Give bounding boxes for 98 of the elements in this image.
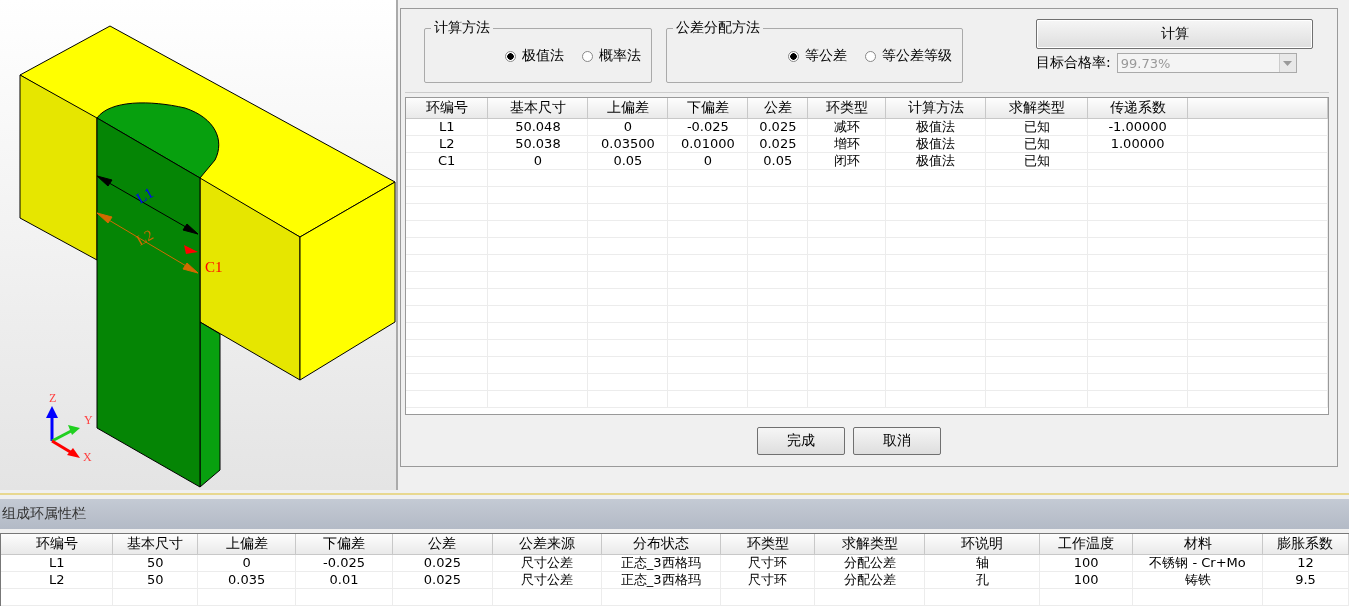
column-header[interactable]: 上偏差	[587, 98, 668, 119]
table-cell: 0	[667, 152, 748, 170]
table-cell: 0.03500	[587, 135, 668, 153]
column-header[interactable]: 分布状态	[601, 534, 721, 555]
table-cell: 极值法	[885, 135, 986, 153]
group-title: 公差分配方法	[673, 19, 763, 37]
caret-icon	[1283, 60, 1293, 66]
table-cell: 尺寸公差	[492, 571, 602, 589]
group-title: 计算方法	[431, 19, 493, 37]
radio-button[interactable]	[865, 50, 876, 62]
column-header[interactable]: 计算方法	[885, 98, 986, 119]
table-cell: 100	[1039, 554, 1133, 572]
radio-button[interactable]	[505, 50, 516, 62]
column-header[interactable]: 公差来源	[492, 534, 602, 555]
radio-label[interactable]: 等公差等级	[882, 47, 952, 65]
table-cell: C1	[406, 152, 488, 170]
table-cell: -0.025	[667, 118, 748, 136]
column-header[interactable]: 材料	[1132, 534, 1263, 555]
table-cell: 不锈钢 - Cr+Mo	[1132, 554, 1263, 572]
axis-label: Z	[49, 391, 57, 405]
table-cell: 分配公差	[814, 554, 925, 572]
column-header[interactable]: 求解类型	[814, 534, 925, 555]
column-header[interactable]: 环类型	[720, 534, 815, 555]
table-cell: 尺寸环	[720, 554, 815, 572]
table-cell: 50	[112, 554, 198, 572]
table-cell: 已知	[985, 118, 1088, 136]
table-cell: 50.048	[487, 118, 588, 136]
column-header[interactable]: 环说明	[924, 534, 1040, 555]
column-header[interactable]: 公差	[747, 98, 808, 119]
table-cell: 100	[1039, 571, 1133, 589]
table-cell: 0.01000	[667, 135, 748, 153]
dimension-label: L1	[133, 184, 156, 207]
table-cell: 0.05	[747, 152, 808, 170]
table-cell: L2	[406, 135, 488, 153]
column-header[interactable]: 基本尺寸	[487, 98, 588, 119]
target-rate-label: 目标合格率:	[1036, 54, 1111, 72]
column-header[interactable]: 工作温度	[1039, 534, 1133, 555]
column-header[interactable]: 传递系数	[1087, 98, 1188, 119]
table-cell: 0.025	[392, 571, 493, 589]
table-cell: L2	[1, 571, 113, 589]
table-cell: 50	[112, 571, 198, 589]
calculate-button[interactable]: 计算	[1036, 19, 1313, 49]
table-cell: 50.038	[487, 135, 588, 153]
table-cell: 0	[487, 152, 588, 170]
table-cell: 轴	[924, 554, 1040, 572]
column-header[interactable]: 环类型	[807, 98, 886, 119]
column-header[interactable]: 基本尺寸	[112, 534, 198, 555]
table-cell: 分配公差	[814, 571, 925, 589]
column-header[interactable]: 求解类型	[985, 98, 1088, 119]
radio-label[interactable]: 等公差	[805, 47, 847, 65]
table-cell: L1	[1, 554, 113, 572]
axis-label: X	[83, 450, 92, 464]
table-cell: -1.00000	[1087, 118, 1188, 136]
radio-button[interactable]	[788, 50, 799, 62]
table-cell: 9.5	[1262, 571, 1349, 589]
column-header[interactable]: 上偏差	[197, 534, 296, 555]
table-cell: 0.025	[392, 554, 493, 572]
radio-button[interactable]	[582, 50, 593, 62]
panel-header: 组成环属性栏	[0, 499, 1349, 529]
column-header[interactable]: 环编号	[1, 534, 113, 555]
dimension-label: L2	[133, 226, 156, 249]
table-cell: -0.025	[295, 554, 393, 572]
table-cell: 已知	[985, 152, 1088, 170]
table-cell: 正态_3西格玛	[601, 554, 721, 572]
table-cell: 0	[587, 118, 668, 136]
table-cell: 0.025	[747, 135, 808, 153]
table-cell: 12	[1262, 554, 1349, 572]
axis-label: Y	[84, 413, 93, 427]
dialog-button[interactable]: 完成	[757, 427, 845, 455]
column-header[interactable]: 公差	[392, 534, 493, 555]
radio-label[interactable]: 极值法	[522, 47, 564, 65]
table-cell: 极值法	[885, 152, 986, 170]
column-header[interactable]: 下偏差	[667, 98, 748, 119]
table-cell: L1	[406, 118, 488, 136]
table-cell: 孔	[924, 571, 1040, 589]
column-header[interactable]: 下偏差	[295, 534, 393, 555]
table-cell: 增环	[807, 135, 886, 153]
table-cell: 0	[197, 554, 296, 572]
dialog-button[interactable]: 取消	[853, 427, 941, 455]
table-cell: 减环	[807, 118, 886, 136]
table-cell: 0.025	[747, 118, 808, 136]
radio-label[interactable]: 概率法	[599, 47, 641, 65]
table-cell: 0.035	[197, 571, 296, 589]
table-cell: 尺寸环	[720, 571, 815, 589]
table-cell: 铸铁	[1132, 571, 1263, 589]
table-cell: 0.05	[587, 152, 668, 170]
column-header[interactable]: 环编号	[406, 98, 488, 119]
table-cell: 1.00000	[1087, 135, 1188, 153]
table-cell: 正态_3西格玛	[601, 571, 721, 589]
table-cell: 闭环	[807, 152, 886, 170]
table-cell: 已知	[985, 135, 1088, 153]
column-header[interactable]: 膨胀系数	[1262, 534, 1349, 555]
table-cell: 0.01	[295, 571, 393, 589]
dimension-label: C1	[205, 259, 223, 275]
table-cell: 极值法	[885, 118, 986, 136]
table-cell: 尺寸公差	[492, 554, 602, 572]
coordinate-axes-drawing	[46, 406, 80, 458]
dimension-arrow	[184, 245, 198, 254]
